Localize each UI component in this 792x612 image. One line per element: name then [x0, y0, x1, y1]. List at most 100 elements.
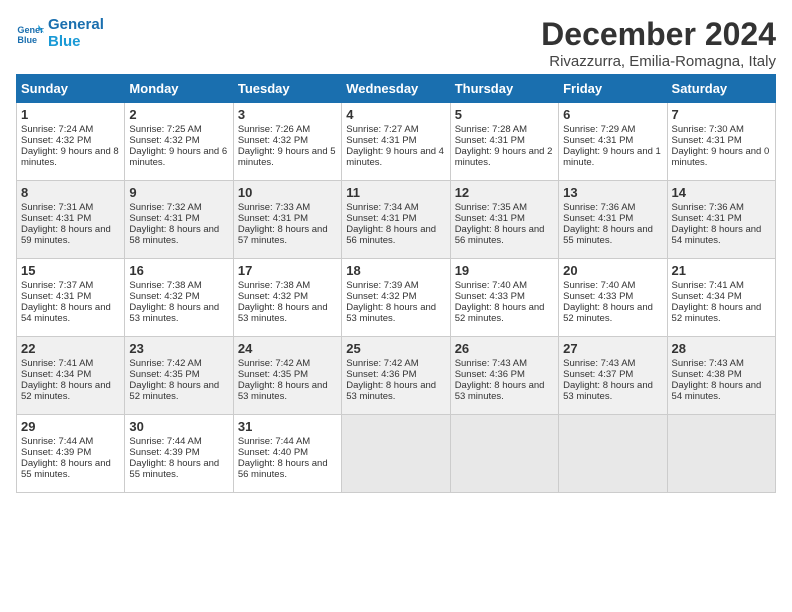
- calendar-cell: [342, 415, 450, 493]
- sunset-text: Sunset: 4:35 PM: [238, 369, 308, 380]
- daylight-text: Daylight: 8 hours and 56 minutes.: [346, 224, 436, 246]
- day-number: 31: [238, 419, 337, 434]
- sunset-text: Sunset: 4:33 PM: [455, 291, 525, 302]
- calendar-cell: 20Sunrise: 7:40 AMSunset: 4:33 PMDayligh…: [559, 259, 667, 337]
- calendar-cell: 22Sunrise: 7:41 AMSunset: 4:34 PMDayligh…: [17, 337, 125, 415]
- sunrise-text: Sunrise: 7:42 AM: [129, 358, 201, 369]
- day-number: 22: [21, 341, 120, 356]
- sunrise-text: Sunrise: 7:32 AM: [129, 202, 201, 213]
- sunset-text: Sunset: 4:34 PM: [21, 369, 91, 380]
- sunset-text: Sunset: 4:32 PM: [21, 135, 91, 146]
- daylight-text: Daylight: 8 hours and 58 minutes.: [129, 224, 219, 246]
- day-number: 30: [129, 419, 228, 434]
- sunset-text: Sunset: 4:38 PM: [672, 369, 742, 380]
- sunrise-text: Sunrise: 7:30 AM: [672, 124, 744, 135]
- sunrise-text: Sunrise: 7:44 AM: [238, 436, 310, 447]
- sunrise-text: Sunrise: 7:43 AM: [455, 358, 527, 369]
- daylight-text: Daylight: 8 hours and 53 minutes.: [346, 302, 436, 324]
- sunset-text: Sunset: 4:32 PM: [129, 291, 199, 302]
- day-number: 21: [672, 263, 771, 278]
- day-number: 10: [238, 185, 337, 200]
- day-number: 15: [21, 263, 120, 278]
- calendar-cell: 31 Sunrise: 7:44 AMSunset: 4:40 PMDayligh…: [233, 415, 341, 493]
- day-number: 9: [129, 185, 228, 200]
- sunrise-text: Sunrise: 7:25 AM: [129, 124, 201, 135]
- calendar-cell: 15Sunrise: 7:37 AMSunset: 4:31 PMDayligh…: [17, 259, 125, 337]
- sunrise-text: Sunrise: 7:42 AM: [238, 358, 310, 369]
- title-block: December 2024 Rivazzurra, Emilia-Romagna…: [541, 16, 776, 70]
- day-number: 26: [455, 341, 554, 356]
- calendar-week-row: 1Sunrise: 7:24 AMSunset: 4:32 PMDaylight…: [17, 103, 776, 181]
- sunset-text: Sunset: 4:32 PM: [129, 135, 199, 146]
- day-number: 8: [21, 185, 120, 200]
- logo-blue: Blue: [48, 33, 104, 50]
- sunset-text: Sunset: 4:37 PM: [563, 369, 633, 380]
- day-number: 24: [238, 341, 337, 356]
- calendar-cell: 5Sunrise: 7:28 AMSunset: 4:31 PMDaylight…: [450, 103, 558, 181]
- weekday-header: Tuesday: [233, 75, 341, 103]
- sunrise-text: Sunrise: 7:33 AM: [238, 202, 310, 213]
- calendar-cell: 18Sunrise: 7:39 AMSunset: 4:32 PMDayligh…: [342, 259, 450, 337]
- calendar-cell: 10Sunrise: 7:33 AMSunset: 4:31 PMDayligh…: [233, 181, 341, 259]
- sunset-text: Sunset: 4:31 PM: [563, 135, 633, 146]
- day-number: 7: [672, 107, 771, 122]
- calendar-cell: 26Sunrise: 7:43 AMSunset: 4:36 PMDayligh…: [450, 337, 558, 415]
- daylight-text: Daylight: 8 hours and 52 minutes.: [672, 302, 762, 324]
- calendar-cell: 17Sunrise: 7:38 AMSunset: 4:32 PMDayligh…: [233, 259, 341, 337]
- daylight-text: Daylight: 8 hours and 53 minutes.: [346, 380, 436, 402]
- day-number: 25: [346, 341, 445, 356]
- sunset-text: Sunset: 4:36 PM: [455, 369, 525, 380]
- svg-text:Blue: Blue: [17, 35, 37, 45]
- calendar-cell: 4Sunrise: 7:27 AMSunset: 4:31 PMDaylight…: [342, 103, 450, 181]
- calendar-cell: [559, 415, 667, 493]
- sunrise-text: Sunrise: 7:27 AM: [346, 124, 418, 135]
- sunset-text: Sunset: 4:32 PM: [238, 291, 308, 302]
- logo-icon: General Blue: [16, 19, 44, 47]
- day-number: 28: [672, 341, 771, 356]
- daylight-text: Daylight: 9 hours and 6 minutes.: [129, 146, 227, 168]
- day-number: 20: [563, 263, 662, 278]
- sunset-text: Sunset: 4:31 PM: [672, 213, 742, 224]
- weekday-header: Friday: [559, 75, 667, 103]
- sunset-text: Sunset: 4:40 PM: [238, 447, 308, 458]
- sunrise-text: Sunrise: 7:43 AM: [672, 358, 744, 369]
- day-number: 5: [455, 107, 554, 122]
- sunrise-text: Sunrise: 7:24 AM: [21, 124, 93, 135]
- daylight-text: Daylight: 8 hours and 52 minutes.: [563, 302, 653, 324]
- day-number: 18: [346, 263, 445, 278]
- calendar-cell: 6Sunrise: 7:29 AMSunset: 4:31 PMDaylight…: [559, 103, 667, 181]
- daylight-text: Daylight: 8 hours and 53 minutes.: [238, 302, 328, 324]
- sunset-text: Sunset: 4:31 PM: [238, 213, 308, 224]
- calendar-cell: 28Sunrise: 7:43 AMSunset: 4:38 PMDayligh…: [667, 337, 775, 415]
- calendar-cell: 8Sunrise: 7:31 AMSunset: 4:31 PMDaylight…: [17, 181, 125, 259]
- calendar-cell: 12Sunrise: 7:35 AMSunset: 4:31 PMDayligh…: [450, 181, 558, 259]
- daylight-text: Daylight: 8 hours and 52 minutes.: [129, 380, 219, 402]
- weekday-header: Monday: [125, 75, 233, 103]
- sunset-text: Sunset: 4:35 PM: [129, 369, 199, 380]
- daylight-text: Daylight: 8 hours and 55 minutes.: [21, 458, 111, 480]
- sunset-text: Sunset: 4:32 PM: [346, 291, 416, 302]
- calendar-cell: 3Sunrise: 7:26 AMSunset: 4:32 PMDaylight…: [233, 103, 341, 181]
- day-number: 29: [21, 419, 120, 434]
- sunrise-text: Sunrise: 7:38 AM: [238, 280, 310, 291]
- calendar-week-row: 22Sunrise: 7:41 AMSunset: 4:34 PMDayligh…: [17, 337, 776, 415]
- daylight-text: Daylight: 8 hours and 56 minutes.: [238, 458, 328, 480]
- daylight-text: Daylight: 8 hours and 53 minutes.: [129, 302, 219, 324]
- weekday-header: Saturday: [667, 75, 775, 103]
- calendar-cell: 27Sunrise: 7:43 AMSunset: 4:37 PMDayligh…: [559, 337, 667, 415]
- sunrise-text: Sunrise: 7:34 AM: [346, 202, 418, 213]
- day-number: 23: [129, 341, 228, 356]
- sunrise-text: Sunrise: 7:43 AM: [563, 358, 635, 369]
- daylight-text: Daylight: 8 hours and 52 minutes.: [455, 302, 545, 324]
- calendar-week-row: 15Sunrise: 7:37 AMSunset: 4:31 PMDayligh…: [17, 259, 776, 337]
- calendar-cell: 14Sunrise: 7:36 AMSunset: 4:31 PMDayligh…: [667, 181, 775, 259]
- sunrise-text: Sunrise: 7:44 AM: [129, 436, 201, 447]
- day-number: 4: [346, 107, 445, 122]
- sunset-text: Sunset: 4:31 PM: [21, 213, 91, 224]
- sunrise-text: Sunrise: 7:26 AM: [238, 124, 310, 135]
- calendar-cell: 9Sunrise: 7:32 AMSunset: 4:31 PMDaylight…: [125, 181, 233, 259]
- sunset-text: Sunset: 4:31 PM: [563, 213, 633, 224]
- sunrise-text: Sunrise: 7:36 AM: [563, 202, 635, 213]
- logo-general: General: [48, 16, 104, 33]
- sunset-text: Sunset: 4:31 PM: [21, 291, 91, 302]
